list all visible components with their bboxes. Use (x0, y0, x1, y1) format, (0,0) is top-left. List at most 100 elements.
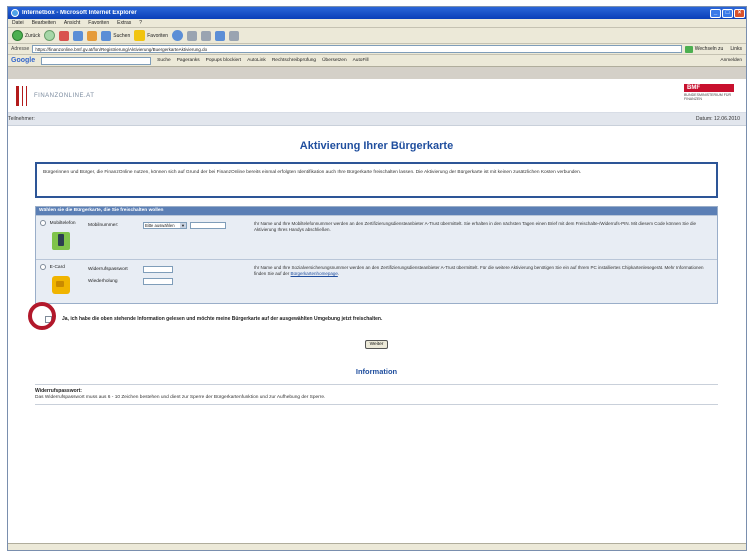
password-input[interactable] (143, 265, 173, 273)
user-label: Teilnehmer: (8, 116, 35, 122)
back-arrow-icon (12, 30, 23, 41)
google-item-suche[interactable]: Suche (157, 58, 171, 63)
ecard-fields: Widerrufspasswort Wiederholung (88, 260, 248, 303)
option-row-mobile: Mobiltelefon Mobilnummer: Bitte auswähle… (36, 215, 717, 259)
google-search-input[interactable] (41, 56, 152, 65)
card-selection-box: Wählen sie die Bürgerkarte, die Sie frei… (35, 206, 718, 304)
menu-item-datei[interactable]: Datei (12, 20, 24, 26)
favorites-button[interactable]: Favoriten (134, 30, 168, 41)
mobile-number-input[interactable] (190, 221, 226, 229)
divider (35, 384, 718, 385)
menu-item-ansicht[interactable]: Ansicht (64, 20, 80, 26)
prefix-select[interactable]: Bitte auswählen ▼ (143, 221, 187, 229)
logo-bar-icon (16, 85, 19, 106)
radio-ecard[interactable] (40, 264, 46, 270)
search-label: Suchen (113, 32, 131, 39)
back-button[interactable]: Zurück (12, 30, 40, 41)
ecard-icon (52, 276, 70, 294)
password-repeat-input[interactable] (143, 277, 173, 285)
forward-arrow-icon[interactable] (44, 30, 56, 41)
address-bar: Adresse https://finanzonline.bmf.gv.at/f… (8, 44, 746, 55)
option-row-ecard: E-Card Widerrufspasswort Wiederholung Ih… (36, 259, 717, 303)
google-item-spellcheck[interactable]: Rechtschreibprüfung (272, 58, 316, 63)
google-logo[interactable]: Google (11, 57, 35, 64)
menu-item-bearbeiten[interactable]: Bearbeiten (32, 20, 56, 26)
status-bar (8, 543, 746, 550)
option-ecard[interactable]: E-Card (36, 260, 88, 303)
option-mobile[interactable]: Mobiltelefon (36, 216, 88, 259)
notice-box: Bürgerinnen und Bürger, die FinanzOnline… (35, 162, 718, 198)
menu-item-favoriten[interactable]: Favoriten (88, 20, 109, 26)
google-item-pageranks[interactable]: Pageranks (177, 58, 200, 63)
minimize-icon[interactable]: _ (710, 8, 721, 18)
go-button[interactable]: Wechseln zu (684, 45, 728, 53)
weiter-wrap: Weiter (35, 340, 718, 349)
logo-bar-icon (22, 85, 23, 106)
page-viewport: FINANZONLINE.AT BMF BUNDESMINISTERIUM FÜ… (8, 79, 746, 543)
google-item-autofill[interactable]: AutoFill (353, 58, 369, 63)
info-heading: Information (355, 367, 398, 376)
home-icon[interactable] (87, 30, 98, 41)
window-title: Internetbox - Microsoft Internet Explore… (22, 10, 137, 16)
mobile-description: Ihr Name und Ihre Mobiltelefonnummer wer… (254, 221, 696, 232)
date-label: Datum: 12.06.2010 (695, 116, 740, 122)
info-title: Widerrufspasswort: (35, 388, 82, 394)
title-bar: Internetbox - Microsoft Internet Explore… (8, 7, 746, 19)
info-text: Das Widerrufspasswort muss aus 6 - 10 Ze… (35, 395, 326, 400)
highlight-circle (28, 302, 56, 330)
star-icon (134, 30, 146, 41)
password-repeat-line: Wiederholung (88, 277, 248, 285)
messenger-icon[interactable] (229, 30, 240, 41)
address-label: Adresse (11, 46, 30, 52)
favorites-label: Favoriten (147, 32, 169, 39)
site-header: FINANZONLINE.AT BMF BUNDESMINISTERIUM FÜ… (8, 79, 746, 113)
menu-item-extras[interactable]: Extras (117, 20, 131, 26)
mail-icon[interactable] (187, 30, 198, 41)
selection-heading: Wählen sie die Bürgerkarte, die Sie frei… (36, 207, 717, 215)
logo-text: FINANZONLINE.AT (34, 92, 95, 99)
google-signin[interactable]: Anmelden (720, 58, 746, 63)
links-label[interactable]: Links (730, 46, 746, 52)
ie-logo-icon (11, 9, 19, 17)
main-content: Aktivierung Ihrer Bürgerkarte Bürgerinne… (8, 140, 746, 405)
finanzonline-logo[interactable]: FINANZONLINE.AT (16, 85, 95, 106)
page-title: Aktivierung Ihrer Bürgerkarte (299, 140, 454, 152)
stop-icon[interactable] (59, 30, 70, 41)
edit-icon[interactable] (215, 30, 226, 41)
mobile-fields: Mobilnummer: Bitte auswählen ▼ (88, 216, 248, 259)
toolbar: Zurück Suchen Favoriten (8, 28, 746, 44)
password-label: Widerrufspasswort (88, 266, 128, 272)
logo-bar-icon (26, 85, 27, 106)
option-mobile-label: Mobiltelefon (49, 220, 76, 226)
google-toolbar: Google Suche Pageranks Popups blockiert … (8, 55, 746, 67)
option-ecard-label: E-Card (49, 264, 65, 270)
search-button[interactable]: Suchen (101, 30, 131, 41)
bmf-logo-sub: BUNDESMINISTERIUM FÜR FINANZEN (684, 93, 732, 101)
radio-mobile[interactable] (40, 220, 46, 226)
password-line: Widerrufspasswort (88, 265, 248, 273)
print-icon[interactable] (201, 30, 212, 41)
bmf-logo-text: BMF (684, 84, 734, 92)
menu-item-help[interactable]: ? (139, 20, 142, 26)
ecard-description: Ihr Name und Ihre Sozialversicherungsnum… (248, 260, 717, 303)
close-icon[interactable]: × (734, 8, 745, 18)
maximize-icon[interactable]: □ (722, 8, 733, 18)
weiter-button[interactable]: Weiter (364, 340, 389, 349)
mobile-phone-icon (52, 232, 70, 250)
google-item-translate[interactable]: Übersetzen (322, 58, 347, 63)
bmf-logo: BMF BUNDESMINISTERIUM FÜR FINANZEN (684, 84, 734, 101)
chevron-down-icon: ▼ (180, 222, 186, 228)
back-label: Zurück (25, 32, 41, 39)
google-item-popups[interactable]: Popups blockiert (206, 58, 241, 63)
buergerkarte-homepage-link[interactable]: Bürgerkartenhomepage (291, 271, 338, 276)
address-input[interactable]: https://finanzonline.bmf.gv.at/fon/Regis… (32, 45, 682, 53)
prefix-select-value: Bitte auswählen (145, 222, 175, 228)
google-item-autolink[interactable]: AutoLink (247, 58, 266, 63)
history-icon[interactable] (172, 30, 184, 41)
confirm-row: Ja, ich habe die oben stehende Informati… (28, 302, 718, 330)
mobile-number-line: Mobilnummer: Bitte auswählen ▼ (88, 221, 248, 229)
browser-window: Internetbox - Microsoft Internet Explore… (7, 6, 747, 551)
go-arrow-icon (684, 45, 693, 53)
search-icon (101, 30, 112, 41)
refresh-icon[interactable] (73, 30, 84, 41)
